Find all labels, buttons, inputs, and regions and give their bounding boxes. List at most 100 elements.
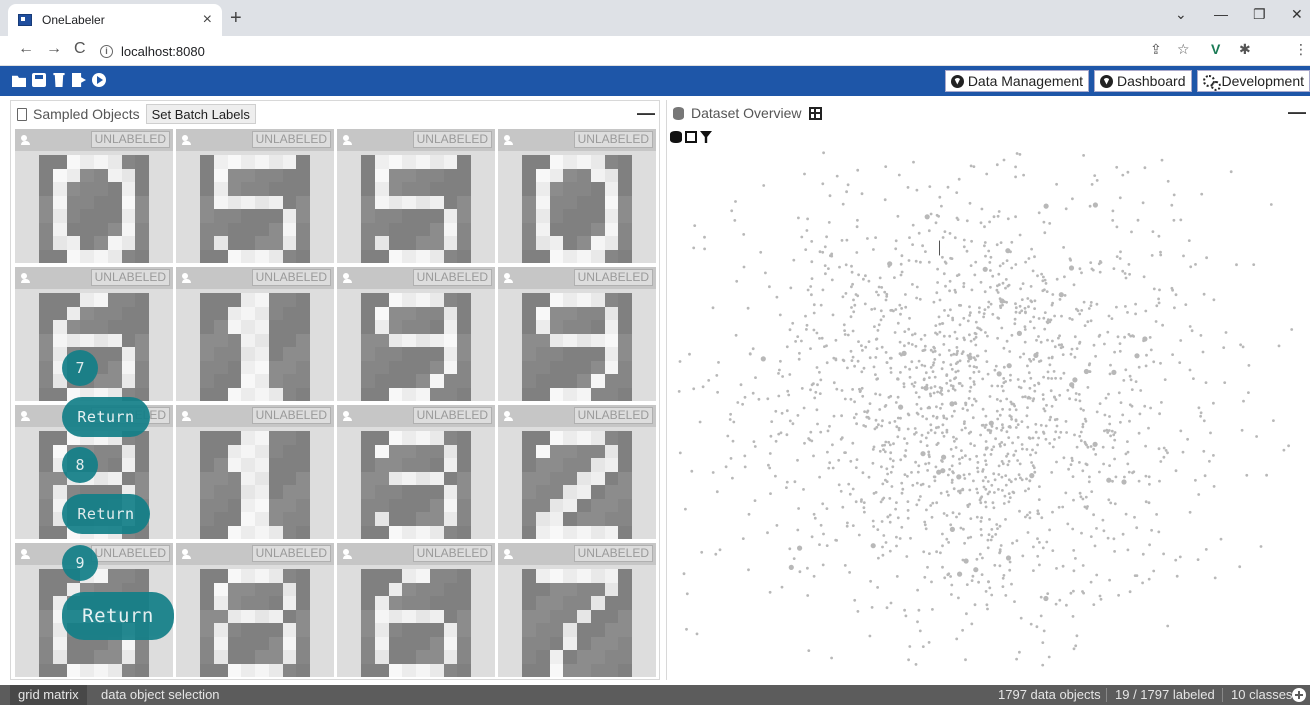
data-point[interactable] [809, 285, 813, 288]
data-point[interactable] [1159, 253, 1163, 257]
data-point[interactable] [677, 390, 681, 393]
data-point[interactable] [923, 523, 927, 527]
data-point[interactable] [1072, 283, 1076, 287]
data-point[interactable] [982, 266, 988, 272]
data-point[interactable] [967, 359, 970, 363]
data-point[interactable] [942, 360, 945, 364]
data-point[interactable] [850, 270, 854, 274]
data-point[interactable] [1008, 408, 1012, 411]
data-point[interactable] [841, 505, 845, 509]
data-point[interactable] [1009, 400, 1013, 404]
data-point[interactable] [1051, 445, 1055, 449]
data-point[interactable] [932, 361, 936, 364]
data-point[interactable] [920, 451, 926, 457]
data-point[interactable] [1174, 293, 1178, 297]
data-point[interactable] [884, 478, 887, 482]
data-point[interactable] [914, 460, 917, 464]
data-point[interactable] [928, 552, 931, 555]
user-check-icon[interactable] [504, 411, 516, 422]
hint-return-button[interactable]: Return [62, 494, 150, 534]
data-point[interactable] [968, 305, 971, 309]
data-point[interactable] [1021, 554, 1025, 558]
data-point[interactable] [880, 345, 884, 349]
data-point[interactable] [1148, 543, 1151, 547]
data-point[interactable] [1095, 527, 1098, 530]
data-point[interactable] [1037, 335, 1040, 338]
data-point[interactable] [856, 218, 859, 222]
data-point[interactable] [936, 267, 939, 271]
data-point[interactable] [850, 359, 854, 362]
data-point[interactable] [1148, 482, 1151, 486]
data-point[interactable] [910, 382, 914, 386]
data-point[interactable] [892, 442, 895, 446]
data-point[interactable] [1087, 480, 1091, 484]
data-point[interactable] [992, 445, 996, 449]
data-point[interactable] [969, 535, 973, 539]
data-point[interactable] [1240, 428, 1244, 432]
data-point[interactable] [1109, 501, 1113, 505]
data-point[interactable] [1029, 453, 1032, 457]
data-point[interactable] [818, 250, 822, 254]
data-point[interactable] [797, 507, 800, 510]
data-point[interactable] [849, 459, 853, 463]
data-point[interactable] [1224, 331, 1228, 334]
data-point[interactable] [1078, 461, 1081, 464]
data-point[interactable] [1039, 340, 1043, 344]
data-point[interactable] [981, 468, 985, 471]
data-point[interactable] [764, 271, 767, 275]
data-point[interactable] [1124, 452, 1128, 456]
data-point[interactable] [1157, 447, 1161, 451]
data-point[interactable] [1035, 625, 1039, 629]
data-point[interactable] [979, 433, 982, 437]
data-point[interactable] [1059, 346, 1063, 350]
data-point[interactable] [895, 425, 899, 429]
data-point[interactable] [786, 389, 790, 393]
data-point[interactable] [1006, 452, 1010, 456]
data-point[interactable] [861, 394, 865, 398]
data-point[interactable] [777, 432, 781, 436]
data-point[interactable] [1111, 209, 1115, 213]
data-point[interactable] [797, 545, 803, 551]
data-point[interactable] [788, 564, 794, 570]
data-point[interactable] [968, 364, 972, 368]
data-point[interactable] [1048, 418, 1052, 422]
data-point[interactable] [843, 333, 847, 336]
data-point[interactable] [963, 420, 966, 423]
data-point[interactable] [1020, 298, 1024, 301]
data-point[interactable] [1149, 406, 1152, 410]
data-point[interactable] [1106, 536, 1110, 540]
data-point[interactable] [954, 362, 958, 365]
data-point[interactable] [1051, 293, 1055, 296]
data-point[interactable] [1090, 490, 1094, 493]
data-point[interactable] [855, 225, 859, 229]
data-point[interactable] [982, 312, 986, 315]
data-point[interactable] [1201, 350, 1205, 354]
data-point[interactable] [1155, 304, 1159, 308]
user-check-icon[interactable] [21, 549, 33, 560]
data-point[interactable] [969, 264, 973, 267]
data-point[interactable] [1199, 411, 1203, 415]
data-point[interactable] [966, 319, 970, 323]
data-point[interactable] [882, 448, 885, 451]
data-point[interactable] [973, 397, 976, 401]
data-point[interactable] [845, 190, 848, 194]
data-point[interactable] [1147, 426, 1150, 430]
data-point[interactable] [860, 386, 864, 390]
bookmark-star-icon[interactable]: ☆ [1177, 41, 1190, 58]
data-point[interactable] [1050, 377, 1054, 380]
data-point[interactable] [1128, 272, 1131, 276]
data-point[interactable] [912, 384, 916, 388]
data-point[interactable] [983, 241, 987, 244]
data-point[interactable] [913, 427, 917, 430]
data-point[interactable] [900, 307, 903, 310]
data-point[interactable] [1134, 302, 1137, 306]
data-point[interactable] [924, 462, 927, 466]
data-point[interactable] [1093, 174, 1097, 177]
data-point[interactable] [736, 401, 740, 404]
data-point[interactable] [1005, 430, 1009, 434]
data-point[interactable] [815, 366, 819, 369]
data-point[interactable] [1010, 333, 1014, 337]
data-point[interactable] [900, 254, 904, 258]
data-point[interactable] [1114, 475, 1118, 479]
data-point[interactable] [1091, 268, 1095, 272]
